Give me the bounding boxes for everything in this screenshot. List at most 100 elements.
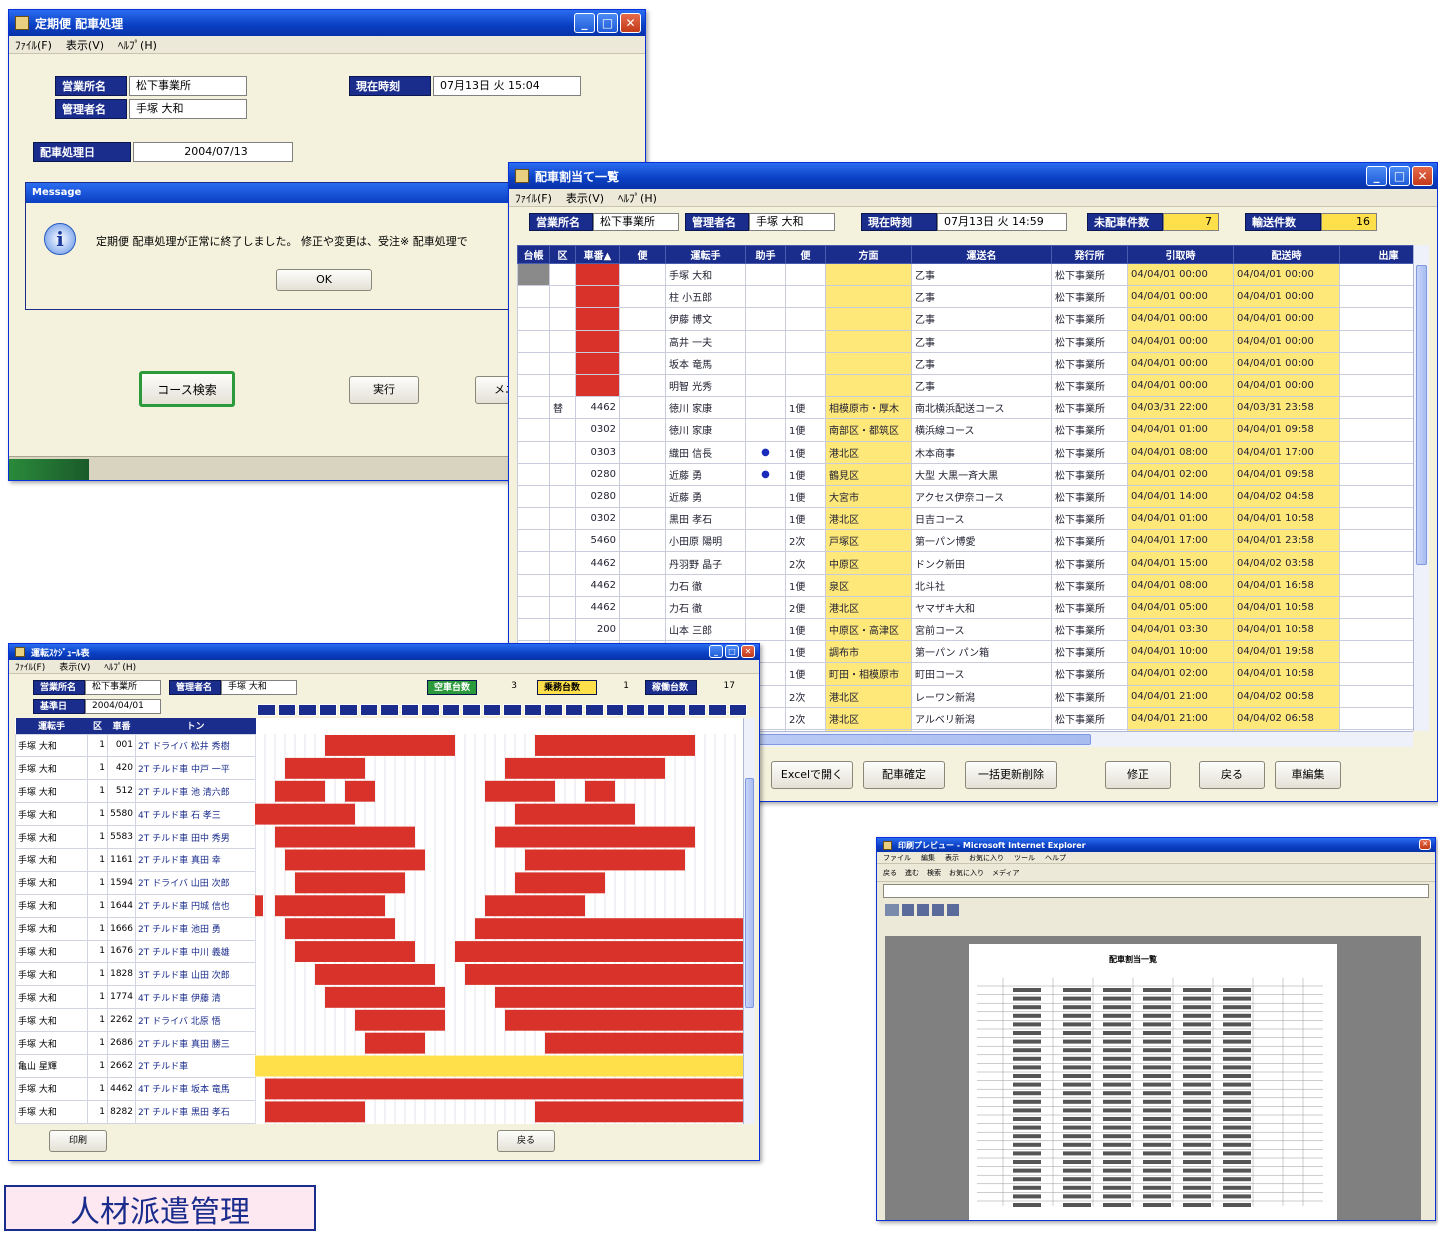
table-row[interactable]: 0302 徳川 家康 1便 南部区・都筑区 横浜線コース 松下事業所 04/04/01 01… (517, 418, 1413, 442)
menu-help[interactable]: ﾍﾙﾌﾟ(H) (118, 37, 157, 53)
back-button[interactable]: 戻る (497, 1130, 555, 1152)
back-button[interactable]: 戻る (1199, 761, 1265, 789)
schedule-row[interactable]: 手塚 大和 1 1644 2T チルド車 円城 信也 (15, 893, 256, 918)
table-row[interactable]: 0280 近藤 勇 ● 1便 鶴見区 大型 大黒一斉大黒 松下事業所 04/04/01 02:… (517, 462, 1413, 486)
nav-button[interactable]: お気に入り (949, 868, 984, 878)
maximize-icon[interactable]: □ (725, 645, 739, 658)
menu-item[interactable]: お気に入り (969, 853, 1004, 863)
office-field[interactable]: 松下事業所 (593, 213, 679, 231)
col-header[interactable]: 便 (785, 245, 826, 264)
manager-field[interactable]: 手塚 大和 (749, 213, 835, 231)
table-row[interactable]: 伊藤 博文 乙事 松下事業所 04/04/01 00:00 04/04/01 00:00 (517, 307, 1413, 331)
title-bar[interactable]: 定期便 配車処理 _ □ ✕ (9, 10, 645, 36)
title-bar[interactable]: 印刷プレビュー - Microsoft Internet Explorer ✕ (877, 838, 1435, 852)
schedule-row[interactable]: 手塚 大和 1 512 2T チルド車 池 清六郎 (15, 779, 256, 804)
close-icon[interactable]: ✕ (620, 13, 641, 33)
menu-file[interactable]: ﾌｧｲﾙ(F) (15, 660, 45, 673)
menu-item[interactable]: ツール (1014, 853, 1035, 863)
minimize-icon[interactable]: _ (1366, 166, 1387, 186)
edit-button[interactable]: 修正 (1105, 761, 1171, 789)
col-header[interactable]: トン (135, 718, 256, 734)
schedule-row[interactable]: 手塚 大和 1 1676 2T チルド車 中川 義雄 (15, 939, 256, 964)
table-row[interactable]: 手塚 大和 乙事 松下事業所 04/04/01 00:00 04/04/01 00:00 (517, 262, 1413, 287)
nav-button[interactable]: 進む (905, 868, 919, 878)
minimize-icon[interactable]: _ (709, 645, 723, 658)
menu-item[interactable]: ヘルプ (1045, 853, 1066, 863)
menu-view[interactable]: 表示(V) (66, 37, 104, 53)
page-last-icon[interactable] (947, 904, 959, 916)
close-icon[interactable]: ✕ (741, 645, 755, 658)
close-icon[interactable]: ✕ (1419, 839, 1431, 850)
manager-field[interactable]: 手塚 大和 (221, 680, 297, 695)
col-header[interactable]: 発行所 (1051, 245, 1128, 264)
col-header[interactable]: 運転手 (15, 718, 88, 734)
schedule-row[interactable]: 手塚 大和 1 1594 2T ドライバ 山田 次郎 (15, 870, 256, 895)
date-field[interactable]: 2004/04/01 (85, 699, 161, 714)
table-row[interactable]: 坂本 竜馬 乙事 松下事業所 04/04/01 00:00 04/04/01 00:00 (517, 351, 1413, 375)
menu-file[interactable]: ﾌｧｲﾙ(F) (15, 37, 52, 53)
col-header[interactable]: 便 (619, 245, 666, 264)
schedule-row[interactable]: 手塚 大和 1 1161 2T チルド車 真田 幸 (15, 847, 256, 872)
page-first-icon[interactable] (902, 904, 914, 916)
nav-button[interactable]: メディア (992, 868, 1020, 878)
schedule-row[interactable]: 亀山 星輝 1 2662 2T チルド車 (15, 1053, 256, 1078)
schedule-row[interactable]: 手塚 大和 1 2262 2T ドライバ 北原 悟 (15, 1008, 256, 1033)
col-header[interactable]: 方面 (825, 245, 912, 264)
title-bar[interactable]: 配車割当て一覧 _ □ ✕ (509, 163, 1437, 189)
page-prev-icon[interactable] (917, 904, 929, 916)
run-button[interactable]: 実行 (349, 376, 419, 404)
col-header[interactable]: 配送時 (1233, 245, 1340, 264)
schedule-row[interactable]: 手塚 大和 1 1774 4T チルド車 伊藤 清 (15, 985, 256, 1010)
schedule-row[interactable]: 手塚 大和 1 001 2T ドライバ 松井 秀樹 (15, 733, 256, 758)
menu-view[interactable]: 表示(V) (59, 660, 90, 673)
menu-help[interactable]: ﾍﾙﾌﾟ(H) (104, 660, 136, 673)
table-row[interactable]: 替 4462 徳川 家康 1便 相模原市・厚木 南北横浜配送コース 松下事業所 04/03/3… (517, 396, 1413, 420)
page-next-icon[interactable] (932, 904, 944, 916)
table-row[interactable]: 高井 一夫 乙事 松下事業所 04/04/01 00:00 04/04/01 00:00 (517, 329, 1413, 353)
col-header[interactable]: 出庫 (1339, 245, 1413, 264)
col-header[interactable]: 運送名 (911, 245, 1052, 264)
schedule-row[interactable]: 手塚 大和 1 420 2T チルド車 中戸 一平 (15, 756, 256, 781)
schedule-row[interactable]: 手塚 大和 1 4462 4T チルド車 坂本 竜馬 (15, 1076, 256, 1101)
office-field[interactable]: 松下事業所 (129, 76, 247, 96)
table-row[interactable]: 4462 力石 徹 2便 港北区 ヤマザキ大和 松下事業所 04/04/01 05:00 04… (517, 595, 1413, 620)
table-row[interactable]: 明智 光秀 乙事 松下事業所 04/04/01 00:00 04/04/01 00:00 (517, 373, 1413, 398)
vehicle-edit-button[interactable]: 車編集 (1275, 761, 1341, 789)
menu-file[interactable]: ﾌｧｲﾙ(F) (515, 190, 552, 206)
course-search-button[interactable]: コース検索 (139, 371, 235, 407)
menu-item[interactable]: 表示 (945, 853, 959, 863)
schedule-row[interactable]: 手塚 大和 1 5583 2T チルド車 田中 秀男 (15, 825, 256, 849)
schedule-row[interactable]: 手塚 大和 1 1666 2T チルド車 池田 勇 (15, 916, 256, 941)
table-row[interactable]: 4462 丹羽野 晶子 2次 中原区 ドンク新田 松下事業所 04/04/01 15:00 0… (517, 551, 1413, 575)
table-row[interactable]: 200 山本 三郎 1便 中原区・高津区 宮前コース 松下事業所 04/04/01 03:3… (517, 617, 1413, 642)
date-field[interactable]: 2004/07/13 (133, 142, 293, 162)
schedule-row[interactable]: 手塚 大和 1 5580 4T チルド車 石 孝三 (15, 802, 256, 827)
manager-field[interactable]: 手塚 大和 (129, 99, 247, 119)
address-bar[interactable] (883, 884, 1429, 898)
menu-help[interactable]: ﾍﾙﾌﾟ(H) (618, 190, 657, 206)
schedule-row[interactable]: 手塚 大和 1 8282 2T チルド車 黒田 孝石 (15, 1099, 256, 1124)
col-header[interactable]: 助手 (745, 245, 786, 264)
col-header[interactable]: 区 (549, 245, 576, 264)
menu-item[interactable]: 編集 (921, 853, 935, 863)
table-row[interactable]: 柱 小五郎 乙事 松下事業所 04/04/01 00:00 04/04/01 00:00 (517, 285, 1413, 309)
confirm-dispatch-button[interactable]: 配車確定 (863, 761, 945, 789)
vertical-scrollbar[interactable] (1413, 245, 1429, 731)
col-header[interactable]: 車番 (107, 718, 136, 734)
table-row[interactable]: 0303 織田 信長 ● 1便 港北区 木本商事 松下事業所 04/04/01 08:00 04… (517, 440, 1413, 464)
col-header[interactable]: 運転手 (665, 245, 746, 264)
maximize-icon[interactable]: □ (597, 13, 618, 33)
ok-button[interactable]: OK (276, 269, 372, 291)
menu-item[interactable]: ファイル (883, 853, 911, 863)
nav-button[interactable]: 戻る (883, 868, 897, 878)
table-row[interactable]: 4462 力石 徹 1便 泉区 北斗社 松下事業所 04/04/01 08:00 04/04/… (517, 573, 1413, 597)
table-row[interactable]: 0280 近藤 勇 1便 大宮市 アクセス伊奈コース 松下事業所 04/04/01 14:0… (517, 484, 1413, 509)
table-row[interactable]: 5460 小田原 陽明 2次 戸塚区 第一パン博愛 松下事業所 04/04/01 17:00… (517, 529, 1413, 553)
schedule-row[interactable]: 手塚 大和 1 2686 2T チルド車 真田 勝三 (15, 1031, 256, 1055)
title-bar[interactable]: 運転ｽｹｼﾞｭｰﾙ表 _ □ ✕ (9, 644, 759, 660)
schedule-row[interactable]: 手塚 大和 1 1828 3T チルド車 山田 次郎 (15, 962, 256, 987)
col-header[interactable]: 引取時 (1127, 245, 1234, 264)
excel-button[interactable]: Excelで開く (771, 761, 853, 789)
scroll-thumb[interactable] (745, 778, 754, 1008)
nav-button[interactable]: 検索 (927, 868, 941, 878)
